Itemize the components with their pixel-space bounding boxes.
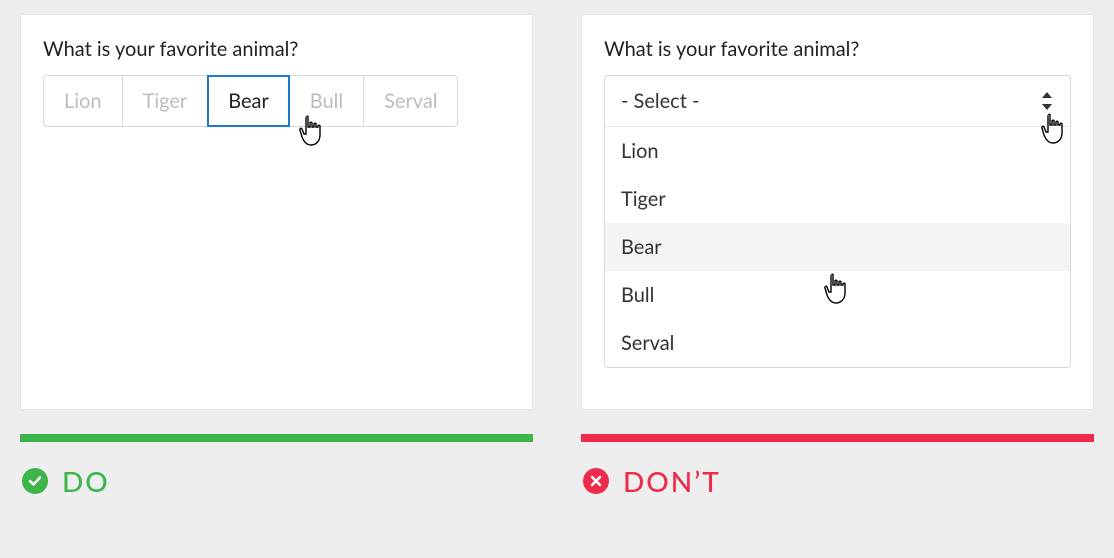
do-column: What is your favorite animal? Lion Tiger… [20,14,533,498]
dont-panel: What is your favorite animal? - Select -… [581,14,1094,410]
segmented-option-tiger[interactable]: Tiger [122,75,209,127]
select-option-serval[interactable]: Serval [605,319,1070,367]
do-caption: DO [20,464,533,498]
segmented-option-serval[interactable]: Serval [363,75,458,127]
dont-caption: DON’T [581,464,1094,498]
do-caption-label: DO [62,464,110,498]
select-option-tiger[interactable]: Tiger [605,175,1070,223]
do-panel: What is your favorite animal? Lion Tiger… [20,14,533,410]
select-option-list: Lion Tiger Bear Bull Serval [605,126,1070,367]
dont-divider-bar [581,434,1094,442]
segmented-radio-group: Lion Tiger Bear Bull Serval [43,75,510,127]
dont-question-label: What is your favorite animal? [604,37,1071,61]
select-option-lion[interactable]: Lion [605,127,1070,175]
dont-column: What is your favorite animal? - Select -… [581,14,1094,498]
do-divider-bar [20,434,533,442]
select-placeholder: - Select - [621,89,699,113]
segmented-option-bull[interactable]: Bull [289,75,364,127]
segmented-option-lion[interactable]: Lion [43,75,123,127]
select-option-bear[interactable]: Bear [605,223,1070,271]
do-question-label: What is your favorite animal? [43,37,510,61]
segmented-option-bear[interactable]: Bear [207,75,290,127]
check-circle-icon [22,468,48,494]
select-option-bull[interactable]: Bull [605,271,1070,319]
select-dropdown[interactable]: - Select - Lion Tiger Bear Bull Serval [604,75,1071,368]
select-header[interactable]: - Select - [605,76,1070,126]
updown-spinner-icon [1040,91,1054,111]
dont-caption-label: DON’T [623,464,721,498]
x-circle-icon [583,468,609,494]
